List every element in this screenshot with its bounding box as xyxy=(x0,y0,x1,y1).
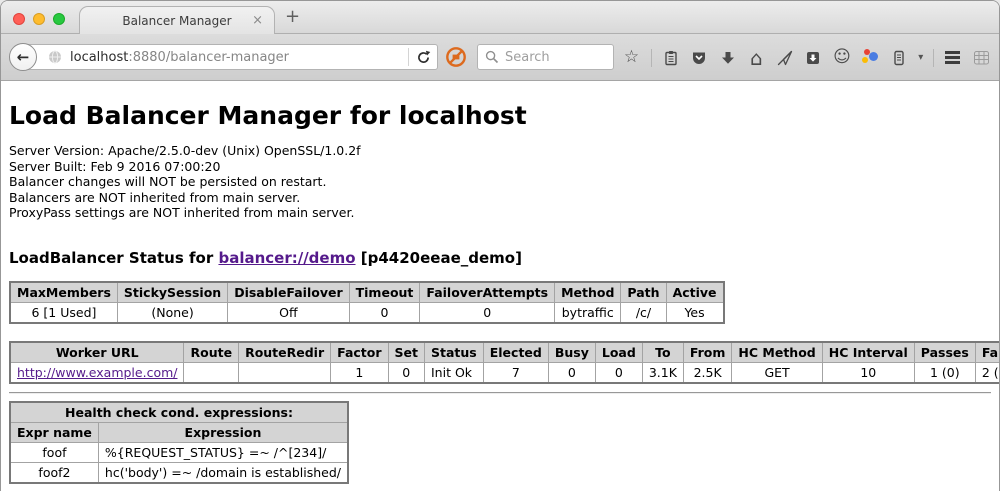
tab-title: Balancer Manager xyxy=(122,14,231,28)
table-row: 6 [1 Used] (None) Off 0 0 bytraffic /c/ … xyxy=(10,302,724,323)
zoom-window-button[interactable] xyxy=(53,13,65,25)
proxypass-notice-line: ProxyPass settings are NOT inherited fro… xyxy=(9,205,991,221)
table-header-row: Expr name Expression xyxy=(10,422,348,442)
balancer-demo-link[interactable]: balancer://demo xyxy=(218,249,355,267)
balancer-settings-table: MaxMembers StickySession DisableFailover… xyxy=(9,281,725,324)
video-download-extension-icon[interactable] xyxy=(804,48,823,67)
colored-dots-extension-icon[interactable] xyxy=(861,48,880,67)
table-header-row: MaxMembers StickySession DisableFailover… xyxy=(10,282,724,303)
tab-balancer-manager[interactable]: Balancer Manager × xyxy=(79,6,275,35)
url-bar[interactable]: localhost:8880/balancer-manager xyxy=(23,44,438,70)
toolbar-icons: ☆ ⌂ ☺ ▾ xyxy=(622,34,991,81)
new-tab-button[interactable]: + xyxy=(285,8,300,26)
pocket-icon[interactable] xyxy=(690,48,709,67)
table-header-row: Worker URL Route RouteRedir Factor Set S… xyxy=(10,342,1000,363)
url-separator xyxy=(408,48,409,66)
table-row: foof %{REQUEST_STATUS} =~ /^[234]/ xyxy=(10,442,348,462)
table-row: foof2 hc('body') =~ /domain is establish… xyxy=(10,462,348,483)
plugin-blocked-icon[interactable] xyxy=(445,46,467,68)
tiles-extension-icon[interactable] xyxy=(972,48,991,67)
reading-list-icon[interactable] xyxy=(661,48,680,67)
table-title-row: Health check cond. expressions: xyxy=(10,402,348,423)
worker-url-link[interactable]: http://www.example.com/ xyxy=(17,365,177,380)
divider xyxy=(9,392,991,394)
send-icon[interactable] xyxy=(775,48,794,67)
worker-table: Worker URL Route RouteRedir Factor Set S… xyxy=(9,341,1000,384)
reload-icon[interactable] xyxy=(416,50,431,65)
browser-window: Balancer Manager × + ← localhost:8880/ba… xyxy=(0,0,1000,491)
smiley-extension-icon[interactable]: ☺ xyxy=(833,48,852,67)
health-check-table: Health check cond. expressions: Expr nam… xyxy=(9,401,349,484)
window-controls xyxy=(13,13,65,25)
toolbar-separator xyxy=(651,49,652,67)
balancer-status-heading: LoadBalancer Status for balancer://demo … xyxy=(9,249,991,267)
server-version-line: Server Version: Apache/2.5.0-dev (Unix) … xyxy=(9,143,991,159)
server-built-line: Server Built: Feb 9 2016 07:00:20 xyxy=(9,159,991,175)
home-icon[interactable]: ⌂ xyxy=(747,48,766,67)
bookmark-star-icon[interactable]: ☆ xyxy=(622,48,641,67)
search-icon xyxy=(485,50,499,64)
persist-notice-line: Balancer changes will NOT be persisted o… xyxy=(9,174,991,190)
url-path-text: :8880/balancer-manager xyxy=(128,50,289,65)
nav-toolbar: ← localhost:8880/balancer-manager ☆ xyxy=(1,34,999,81)
back-button[interactable]: ← xyxy=(9,43,37,71)
balancers-notice-line: Balancers are NOT inherited from main se… xyxy=(9,190,991,206)
url-host-text: localhost xyxy=(70,50,128,65)
tab-close-icon[interactable]: × xyxy=(252,14,263,27)
health-table-title: Health check cond. expressions: xyxy=(10,402,348,423)
search-bar[interactable] xyxy=(477,44,614,70)
downloads-icon[interactable] xyxy=(718,48,737,67)
table-row: http://www.example.com/ 1 0 Init Ok 7 0 … xyxy=(10,362,1000,383)
close-window-button[interactable] xyxy=(13,13,25,25)
server-info: Server Version: Apache/2.5.0-dev (Unix) … xyxy=(9,143,991,221)
back-arrow-icon: ← xyxy=(17,48,30,66)
page-title: Load Balancer Manager for localhost xyxy=(9,81,991,130)
battery-extension-icon[interactable] xyxy=(890,48,909,67)
menu-icon[interactable] xyxy=(943,48,962,67)
page-content: Load Balancer Manager for localhost Serv… xyxy=(1,81,999,491)
globe-icon xyxy=(48,50,62,64)
toolbar-separator xyxy=(933,49,934,67)
search-input[interactable] xyxy=(505,50,606,65)
tab-bar: Balancer Manager × + xyxy=(1,1,999,34)
chevron-down-icon[interactable]: ▾ xyxy=(918,52,923,63)
minimize-window-button[interactable] xyxy=(33,13,45,25)
